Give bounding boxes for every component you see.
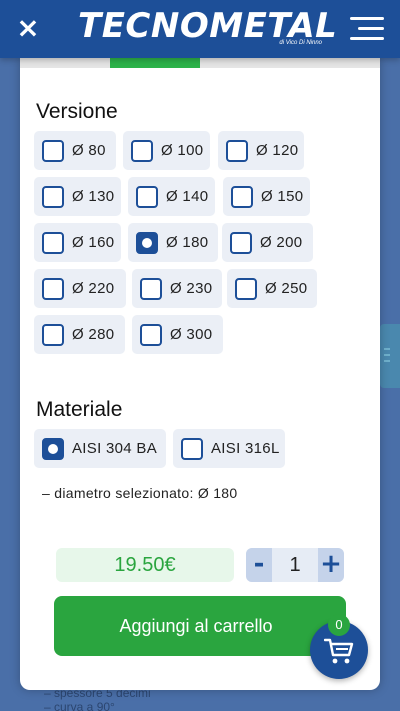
checkbox[interactable] <box>226 139 248 162</box>
option-versione[interactable]: Ø 220 <box>34 269 126 308</box>
option-label: Ø 250 <box>265 280 308 297</box>
option-versione[interactable]: Ø 140 <box>128 177 215 216</box>
option-versione[interactable]: Ø 80 <box>34 131 116 170</box>
option-label: Ø 220 <box>72 280 115 297</box>
option-versione[interactable]: Ø 300 <box>132 315 223 354</box>
option-label: Ø 150 <box>261 188 304 205</box>
option-label: AISI 304 BA <box>72 440 158 457</box>
product-options-modal: Versione Ø 80 Ø 100 Ø 120 Ø 130 Ø 140 Ø … <box>20 58 380 690</box>
option-versione[interactable]: Ø 200 <box>222 223 313 262</box>
background-text: – curva a 90° <box>44 700 115 711</box>
option-versione[interactable]: Ø 250 <box>227 269 317 308</box>
logo-subtitle: di Vico Di Ninno <box>279 40 322 46</box>
checkbox[interactable] <box>181 437 203 460</box>
checkbox-checked[interactable] <box>42 437 64 460</box>
tab-strip <box>20 58 380 68</box>
option-label: Ø 200 <box>260 234 303 251</box>
option-versione[interactable]: Ø 160 <box>34 223 121 262</box>
side-tab[interactable] <box>380 324 400 388</box>
decrease-quantity-button[interactable]: - <box>246 548 272 582</box>
quantity-input[interactable]: 1 <box>272 548 318 582</box>
option-label: Ø 80 <box>72 142 106 159</box>
header: × TECNOMETAL di Vico Di Ninno <box>0 0 400 58</box>
cart-icon <box>324 638 354 664</box>
option-label: Ø 140 <box>166 188 209 205</box>
checkbox[interactable] <box>136 185 158 208</box>
option-label: Ø 100 <box>161 142 204 159</box>
option-label: Ø 180 <box>166 234 209 251</box>
checkbox[interactable] <box>42 277 64 300</box>
option-versione[interactable]: Ø 180 <box>128 223 218 262</box>
option-versione[interactable]: Ø 100 <box>123 131 210 170</box>
checkbox[interactable] <box>140 277 162 300</box>
checkbox[interactable] <box>140 323 162 346</box>
price-display: 19.50€ <box>56 548 234 582</box>
selected-diameter-info: – diametro selezionato: Ø 180 <box>42 485 238 501</box>
increase-quantity-button[interactable]: + <box>318 548 344 582</box>
checkbox[interactable] <box>42 231 64 254</box>
checkbox[interactable] <box>235 277 257 300</box>
option-versione[interactable]: Ø 120 <box>218 131 304 170</box>
checkbox[interactable] <box>42 185 64 208</box>
option-label: Ø 230 <box>170 280 213 297</box>
checkbox[interactable] <box>230 231 252 254</box>
versione-title: Versione <box>36 100 118 123</box>
option-materiale[interactable]: AISI 304 BA <box>34 429 166 468</box>
materiale-title: Materiale <box>36 398 123 421</box>
cart-count-badge: 0 <box>328 614 350 636</box>
checkbox[interactable] <box>42 323 64 346</box>
option-label: Ø 160 <box>72 234 115 251</box>
option-versione[interactable]: Ø 130 <box>34 177 121 216</box>
checkbox[interactable] <box>42 139 64 162</box>
checkbox[interactable] <box>231 185 253 208</box>
option-versione[interactable]: Ø 150 <box>223 177 310 216</box>
option-label: Ø 280 <box>72 326 115 343</box>
option-label: Ø 130 <box>72 188 115 205</box>
option-label: Ø 300 <box>170 326 213 343</box>
option-versione[interactable]: Ø 280 <box>34 315 125 354</box>
add-to-cart-button[interactable]: Aggiungi al carrello <box>54 596 346 656</box>
option-versione[interactable]: Ø 230 <box>132 269 222 308</box>
option-label: AISI 316L <box>211 440 280 457</box>
checkbox-checked[interactable] <box>136 231 158 254</box>
option-label: Ø 120 <box>256 142 299 159</box>
menu-icon[interactable] <box>350 17 384 41</box>
logo[interactable]: TECNOMETAL di Vico Di Ninno <box>78 6 337 50</box>
close-icon[interactable]: × <box>14 14 42 42</box>
quantity-stepper: - 1 + <box>246 548 344 582</box>
checkbox[interactable] <box>131 139 153 162</box>
option-materiale[interactable]: AISI 316L <box>173 429 285 468</box>
tab-active-indicator[interactable] <box>110 58 200 68</box>
